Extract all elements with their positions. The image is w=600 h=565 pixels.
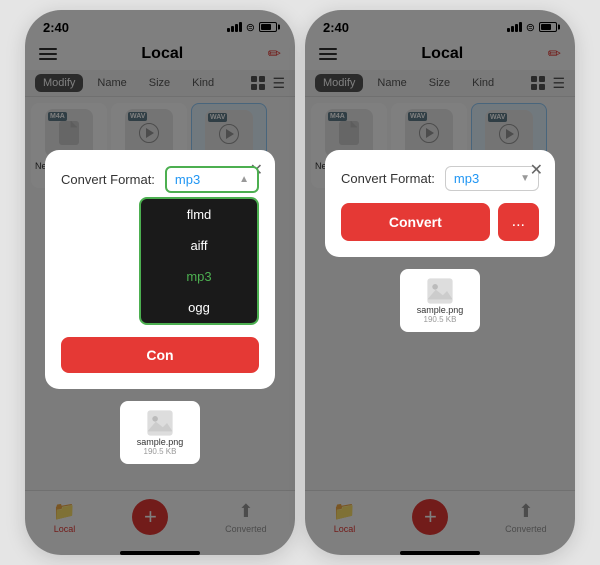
bottom-file-name-right: sample.png [417,305,464,315]
bottom-file-left: sample.png 190.5 KB [120,401,200,464]
bottom-file-size-left: 190.5 KB [144,447,177,456]
phones-container: 2:40 ⊜ Local ✏ M [15,0,585,565]
dropdown-list-left[interactable]: flmd aiff mp3 ogg [139,197,259,325]
modal-box-right: ✕ Convert Format: mp3 ▼ Convert ... [325,150,555,257]
dropdown-item-aiff[interactable]: aiff [141,230,257,261]
sample-png-icon-right [426,277,454,305]
chevron-down-icon-left: ▲ [239,174,249,185]
dropdown-container-left: flmd aiff mp3 ogg [61,197,259,325]
convert-btn-right[interactable]: Convert [341,203,490,241]
right-phone: 2:40 ⊜ Local ✏ M [305,10,575,555]
bottom-file-name-left: sample.png [137,437,184,447]
modal-overlay-left: ✕ Convert Format: mp3 ▲ flmd aiff mp3 og… [25,10,295,555]
modal-buttons-right: Convert ... [341,203,539,241]
format-value-right: mp3 [454,171,479,186]
bottom-file-size-right: 190.5 KB [424,315,457,324]
format-select-left[interactable]: mp3 ▲ [165,166,259,193]
left-phone: 2:40 ⊜ Local ✏ M [25,10,295,555]
modal-box-left: ✕ Convert Format: mp3 ▲ flmd aiff mp3 og… [45,150,275,389]
format-value-left: mp3 [175,172,200,187]
modal-format-label-left: Convert Format: [61,172,155,187]
modal-buttons-left: Con [61,337,259,373]
dropdown-item-flmd[interactable]: flmd [141,199,257,230]
modal-format-label-right: Convert Format: [341,171,435,186]
chevron-down-icon-right: ▼ [520,173,530,184]
dropdown-item-ogg[interactable]: ogg [141,292,257,323]
bottom-file-right: sample.png 190.5 KB [400,269,480,332]
modal-format-row-right: Convert Format: mp3 ▼ [341,166,539,191]
sample-png-icon-left [146,409,174,437]
modal-close-right[interactable]: ✕ [530,160,543,180]
format-select-right[interactable]: mp3 ▼ [445,166,539,191]
dropdown-item-mp3[interactable]: mp3 [141,261,257,292]
modal-overlay-right: ✕ Convert Format: mp3 ▼ Convert ... [305,10,575,555]
convert-btn-left[interactable]: Con [61,337,259,373]
modal-format-row-left: Convert Format: mp3 ▲ [61,166,259,193]
more-btn-right[interactable]: ... [498,203,539,241]
